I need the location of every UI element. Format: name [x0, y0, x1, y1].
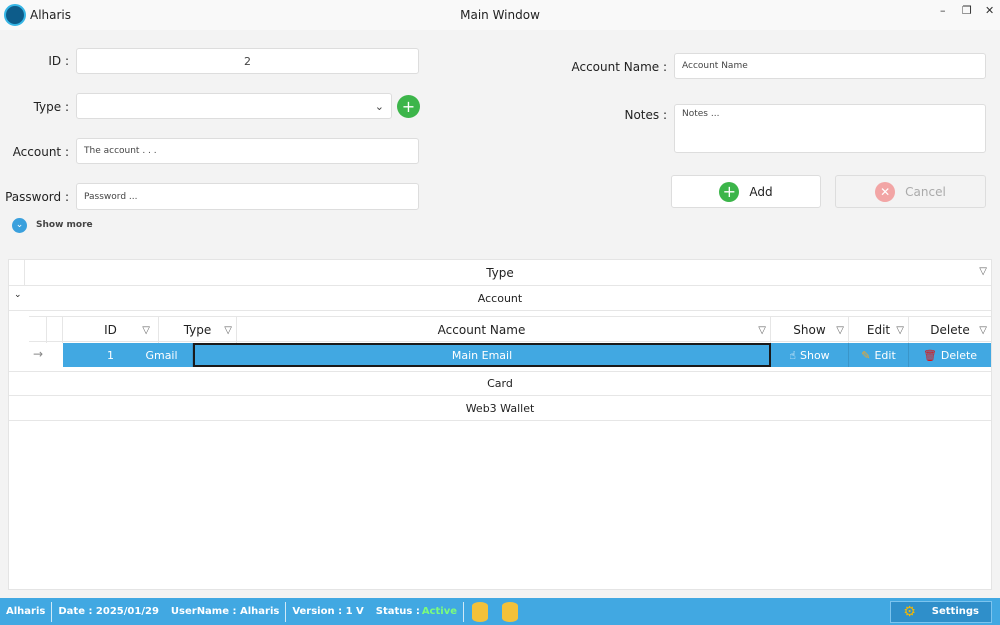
add-type-plus-icon[interactable]: + — [397, 95, 420, 118]
account-name-input[interactable]: Account Name — [674, 53, 986, 79]
chevron-down-icon: ⌄ — [374, 99, 384, 113]
plus-icon: + — [719, 181, 740, 202]
status-version: Version : 1 V — [292, 606, 364, 617]
column-header-id[interactable]: ID ▽ — [63, 317, 159, 343]
gear-icon: ⚙ — [903, 603, 916, 620]
pencil-icon: ✎ — [861, 348, 871, 362]
window-title: Main Window — [460, 8, 540, 22]
group-row-account[interactable]: ⌄ Account — [9, 286, 991, 311]
status-app-name: Alharis — [6, 606, 46, 617]
group-row-web3-wallet[interactable]: Web3 Wallet — [9, 396, 991, 421]
filter-icon[interactable]: ▽ — [836, 325, 844, 336]
settings-button[interactable]: ⚙ Settings — [890, 600, 992, 623]
cell-type[interactable]: Gmail — [131, 343, 193, 367]
notes-input[interactable]: Notes ... — [674, 104, 986, 153]
account-name-label: Account Name : — [571, 60, 667, 74]
type-label: Type : — [33, 100, 69, 114]
id-label: ID : — [48, 54, 69, 68]
show-button[interactable]: ☝ Show — [771, 343, 849, 367]
add-button[interactable]: + Add — [671, 175, 821, 208]
status-username: UserName : Alharis — [170, 606, 280, 617]
column-header-delete[interactable]: Delete ▽ — [909, 317, 991, 343]
filter-icon[interactable]: ▽ — [142, 325, 150, 336]
edit-button[interactable]: ✎ Edit — [849, 343, 909, 367]
status-label: Status : — [375, 606, 420, 617]
filter-icon[interactable]: ▽ — [979, 266, 987, 277]
data-grid: Type ▽ ⌄ Account ID ▽ Type ▽ Account Name ▽ S… — [8, 259, 992, 590]
close-button[interactable]: ✕ — [985, 4, 994, 17]
table-row[interactable]: → 1 Gmail Main Email ☝ Show ✎ Edit 🗑 Delete — [29, 343, 991, 367]
cancel-button[interactable]: ✕ Cancel — [835, 175, 986, 208]
cell-account-name[interactable]: Main Email — [193, 343, 771, 367]
chevron-down-icon[interactable]: ⌄ — [12, 218, 27, 233]
database-sync-icon[interactable] — [502, 601, 518, 622]
group-row-card[interactable]: Card — [9, 371, 991, 396]
id-field[interactable]: 2 — [76, 48, 419, 74]
status-bar: Alharis Date : 2025/01/29 UserName : Alh… — [0, 598, 1000, 625]
column-header-edit[interactable]: Edit ▽ — [849, 317, 909, 343]
trash-icon: 🗑 — [922, 348, 937, 362]
delete-button[interactable]: 🗑 Delete — [909, 343, 991, 367]
current-row-arrow-icon: → — [33, 347, 44, 361]
chevron-down-icon[interactable]: ⌄ — [14, 290, 22, 300]
account-subgrid: ID ▽ Type ▽ Account Name ▽ Show ▽ Edit ▽ Dele… — [29, 316, 991, 368]
type-dropdown[interactable]: ⌄ — [76, 93, 392, 119]
status-date: Date : 2025/01/29 — [58, 606, 159, 617]
account-input[interactable]: The account . . . — [76, 138, 419, 164]
filter-icon[interactable]: ▽ — [979, 325, 987, 336]
hand-pointer-icon: ☝ — [789, 348, 796, 362]
x-icon: ✕ — [875, 181, 896, 202]
password-label: Password : — [5, 190, 69, 204]
filter-icon[interactable]: ▽ — [896, 325, 904, 336]
column-header-show[interactable]: Show ▽ — [771, 317, 849, 343]
password-input[interactable]: Password ... — [76, 183, 419, 210]
group-header-row[interactable]: Type ▽ — [9, 260, 991, 286]
minimize-button[interactable]: – — [940, 4, 946, 17]
account-label: Account : — [12, 145, 69, 159]
database-add-icon[interactable] — [472, 601, 488, 622]
restore-button[interactable]: ❐ — [962, 4, 972, 17]
filter-icon[interactable]: ▽ — [758, 325, 766, 336]
notes-label: Notes : — [624, 108, 667, 122]
column-header-account-name[interactable]: Account Name ▽ — [193, 317, 771, 343]
show-more-link[interactable]: Show more — [36, 220, 93, 230]
status-value: Active — [421, 606, 457, 617]
